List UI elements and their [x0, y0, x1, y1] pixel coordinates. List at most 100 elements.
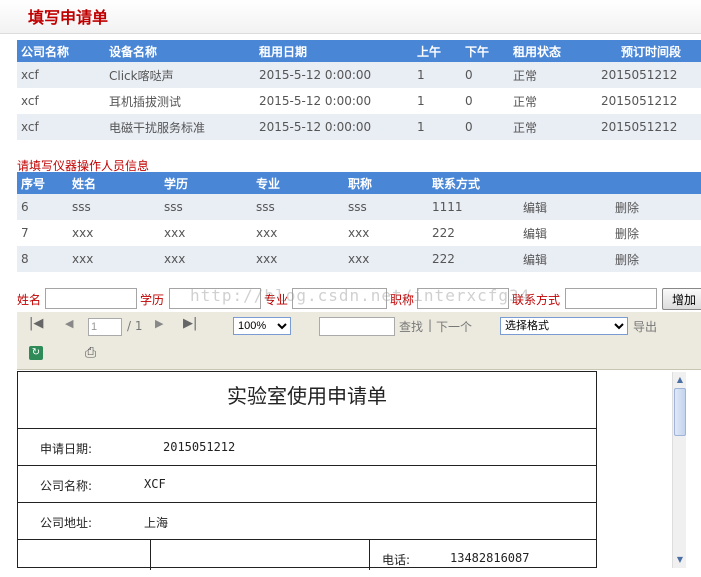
- cell: 1: [413, 88, 461, 114]
- cell: 2015051212: [597, 114, 701, 140]
- table-row: 7 xxx xxx xxx xxx 222 编辑 删除: [17, 220, 701, 246]
- equipment-table: 公司名称 设备名称 租用日期 上午 下午 租用状态 预订时间段 xcf Clic…: [17, 40, 701, 140]
- find-link[interactable]: 查找: [399, 318, 423, 335]
- page-title: 填写申请单: [28, 8, 109, 27]
- major-input[interactable]: [292, 288, 387, 309]
- find-input[interactable]: [319, 317, 395, 336]
- report-canvas: 实验室使用申请单 申请日期: 2015051212 公司名称: XCF 公司地址…: [17, 371, 701, 570]
- cell: xxx: [68, 246, 160, 272]
- cell: 2015051212: [597, 62, 701, 88]
- cell-divider: [150, 540, 151, 570]
- toolbar-separator: |: [428, 318, 433, 332]
- scroll-up-icon[interactable]: ▲: [674, 374, 686, 386]
- refresh-icon[interactable]: ↻: [29, 346, 43, 360]
- zoom-select[interactable]: 100%: [233, 317, 291, 335]
- col-equipment: 设备名称: [105, 40, 255, 62]
- prev-page-icon[interactable]: ◀: [65, 317, 73, 330]
- education-input[interactable]: [169, 288, 261, 309]
- cell: xcf: [17, 62, 105, 88]
- first-page-icon[interactable]: |◀: [29, 316, 43, 331]
- title-input[interactable]: [417, 288, 509, 309]
- table-row: xcf 耳机插拔测试 2015-5-12 0:00:00 1 0 正常 2015…: [17, 88, 701, 114]
- cell: 2015-5-12 0:00:00: [255, 88, 413, 114]
- page-number-input[interactable]: [88, 318, 122, 336]
- cell: xxx: [160, 246, 252, 272]
- next-page-icon[interactable]: ▶: [155, 317, 163, 330]
- edit-link[interactable]: 编辑: [519, 246, 611, 272]
- edit-link[interactable]: 编辑: [519, 194, 611, 220]
- name-input[interactable]: [45, 288, 137, 309]
- page-total: / 1: [127, 319, 143, 333]
- col-delete: [611, 172, 701, 194]
- title-label: 职称: [390, 293, 415, 307]
- phone-label: 电话:: [382, 553, 411, 567]
- last-page-icon[interactable]: ▶|: [183, 316, 197, 331]
- cell: sss: [68, 194, 160, 220]
- scroll-thumb[interactable]: [674, 388, 686, 436]
- table-row: xcf 电磁干扰服务标准 2015-5-12 0:00:00 1 0 正常 20…: [17, 114, 701, 140]
- scroll-down-icon[interactable]: ▼: [674, 554, 686, 566]
- cell: 0: [461, 114, 509, 140]
- cell: 2015-5-12 0:00:00: [255, 114, 413, 140]
- col-index: 序号: [17, 172, 68, 194]
- major-label: 专业: [264, 293, 289, 307]
- print-icon[interactable]: ⎙: [85, 345, 96, 361]
- delete-link[interactable]: 删除: [611, 194, 701, 220]
- operators-table: 序号 姓名 学历 专业 职称 联系方式 6 sss sss sss sss 11…: [17, 172, 701, 272]
- application-form-report: 实验室使用申请单 申请日期: 2015051212 公司名称: XCF 公司地址…: [17, 371, 597, 570]
- report-scrollbar[interactable]: ▲ ▼: [672, 372, 686, 568]
- col-status: 租用状态: [509, 40, 597, 62]
- cell: 8: [17, 246, 68, 272]
- name-label: 姓名: [17, 293, 42, 307]
- phone-value: 13482816087: [450, 551, 530, 565]
- cell: 222: [428, 246, 519, 272]
- add-button[interactable]: 增加: [662, 288, 701, 310]
- col-title: 职称: [344, 172, 428, 194]
- col-am: 上午: [413, 40, 461, 62]
- report-viewer-toolbar: |◀ ◀ / 1 ▶ ▶| 100% 查找 | 下一个 选择格式 导出 ↻ ⎙: [17, 312, 701, 370]
- cell: 1: [413, 114, 461, 140]
- cell: xxx: [160, 220, 252, 246]
- contact-label: 联系方式: [512, 293, 561, 307]
- col-education: 学历: [160, 172, 252, 194]
- col-pm: 下午: [461, 40, 509, 62]
- cell: xxx: [252, 246, 344, 272]
- report-row-address: 公司地址: 上海: [18, 503, 596, 540]
- table-row: xcf Click喀哒声 2015-5-12 0:00:00 1 0 正常 20…: [17, 62, 701, 88]
- cell: 2015-5-12 0:00:00: [255, 62, 413, 88]
- delete-link[interactable]: 删除: [611, 246, 701, 272]
- cell: Click喀哒声: [105, 62, 255, 88]
- add-operator-form: 姓名 学历 专业 职称 联系方式 增加: [17, 287, 701, 311]
- date-label: 申请日期:: [40, 442, 93, 456]
- cell: sss: [344, 194, 428, 220]
- cell-divider: [369, 540, 370, 570]
- cell: xcf: [17, 114, 105, 140]
- export-link[interactable]: 导出: [633, 318, 657, 335]
- col-company: 公司名称: [17, 40, 105, 62]
- export-format-select[interactable]: 选择格式: [500, 317, 628, 335]
- address-value: 上海: [144, 516, 169, 530]
- cell: 0: [461, 88, 509, 114]
- find-next-link[interactable]: 下一个: [436, 318, 472, 335]
- report-title: 实验室使用申请单: [18, 372, 596, 429]
- edit-link[interactable]: 编辑: [519, 220, 611, 246]
- cell: xxx: [252, 220, 344, 246]
- delete-link[interactable]: 删除: [611, 220, 701, 246]
- date-value: 2015051212: [163, 440, 236, 454]
- page-header: 填写申请单: [0, 0, 701, 34]
- col-name: 姓名: [68, 172, 160, 194]
- address-label: 公司地址:: [40, 516, 93, 530]
- cell: 7: [17, 220, 68, 246]
- cell: 6: [17, 194, 68, 220]
- cell: sss: [160, 194, 252, 220]
- col-contact: 联系方式: [428, 172, 519, 194]
- operators-header-row: 序号 姓名 学历 专业 职称 联系方式: [17, 172, 701, 194]
- report-row-phone: 电话: 13482816087: [18, 540, 596, 577]
- cell: 电磁干扰服务标准: [105, 114, 255, 140]
- company-value: XCF: [144, 477, 166, 491]
- contact-input[interactable]: [565, 288, 657, 309]
- table-row: 6 sss sss sss sss 1111 编辑 删除: [17, 194, 701, 220]
- report-row-company: 公司名称: XCF: [18, 466, 596, 503]
- col-rent-date: 租用日期: [255, 40, 413, 62]
- cell: xcf: [17, 88, 105, 114]
